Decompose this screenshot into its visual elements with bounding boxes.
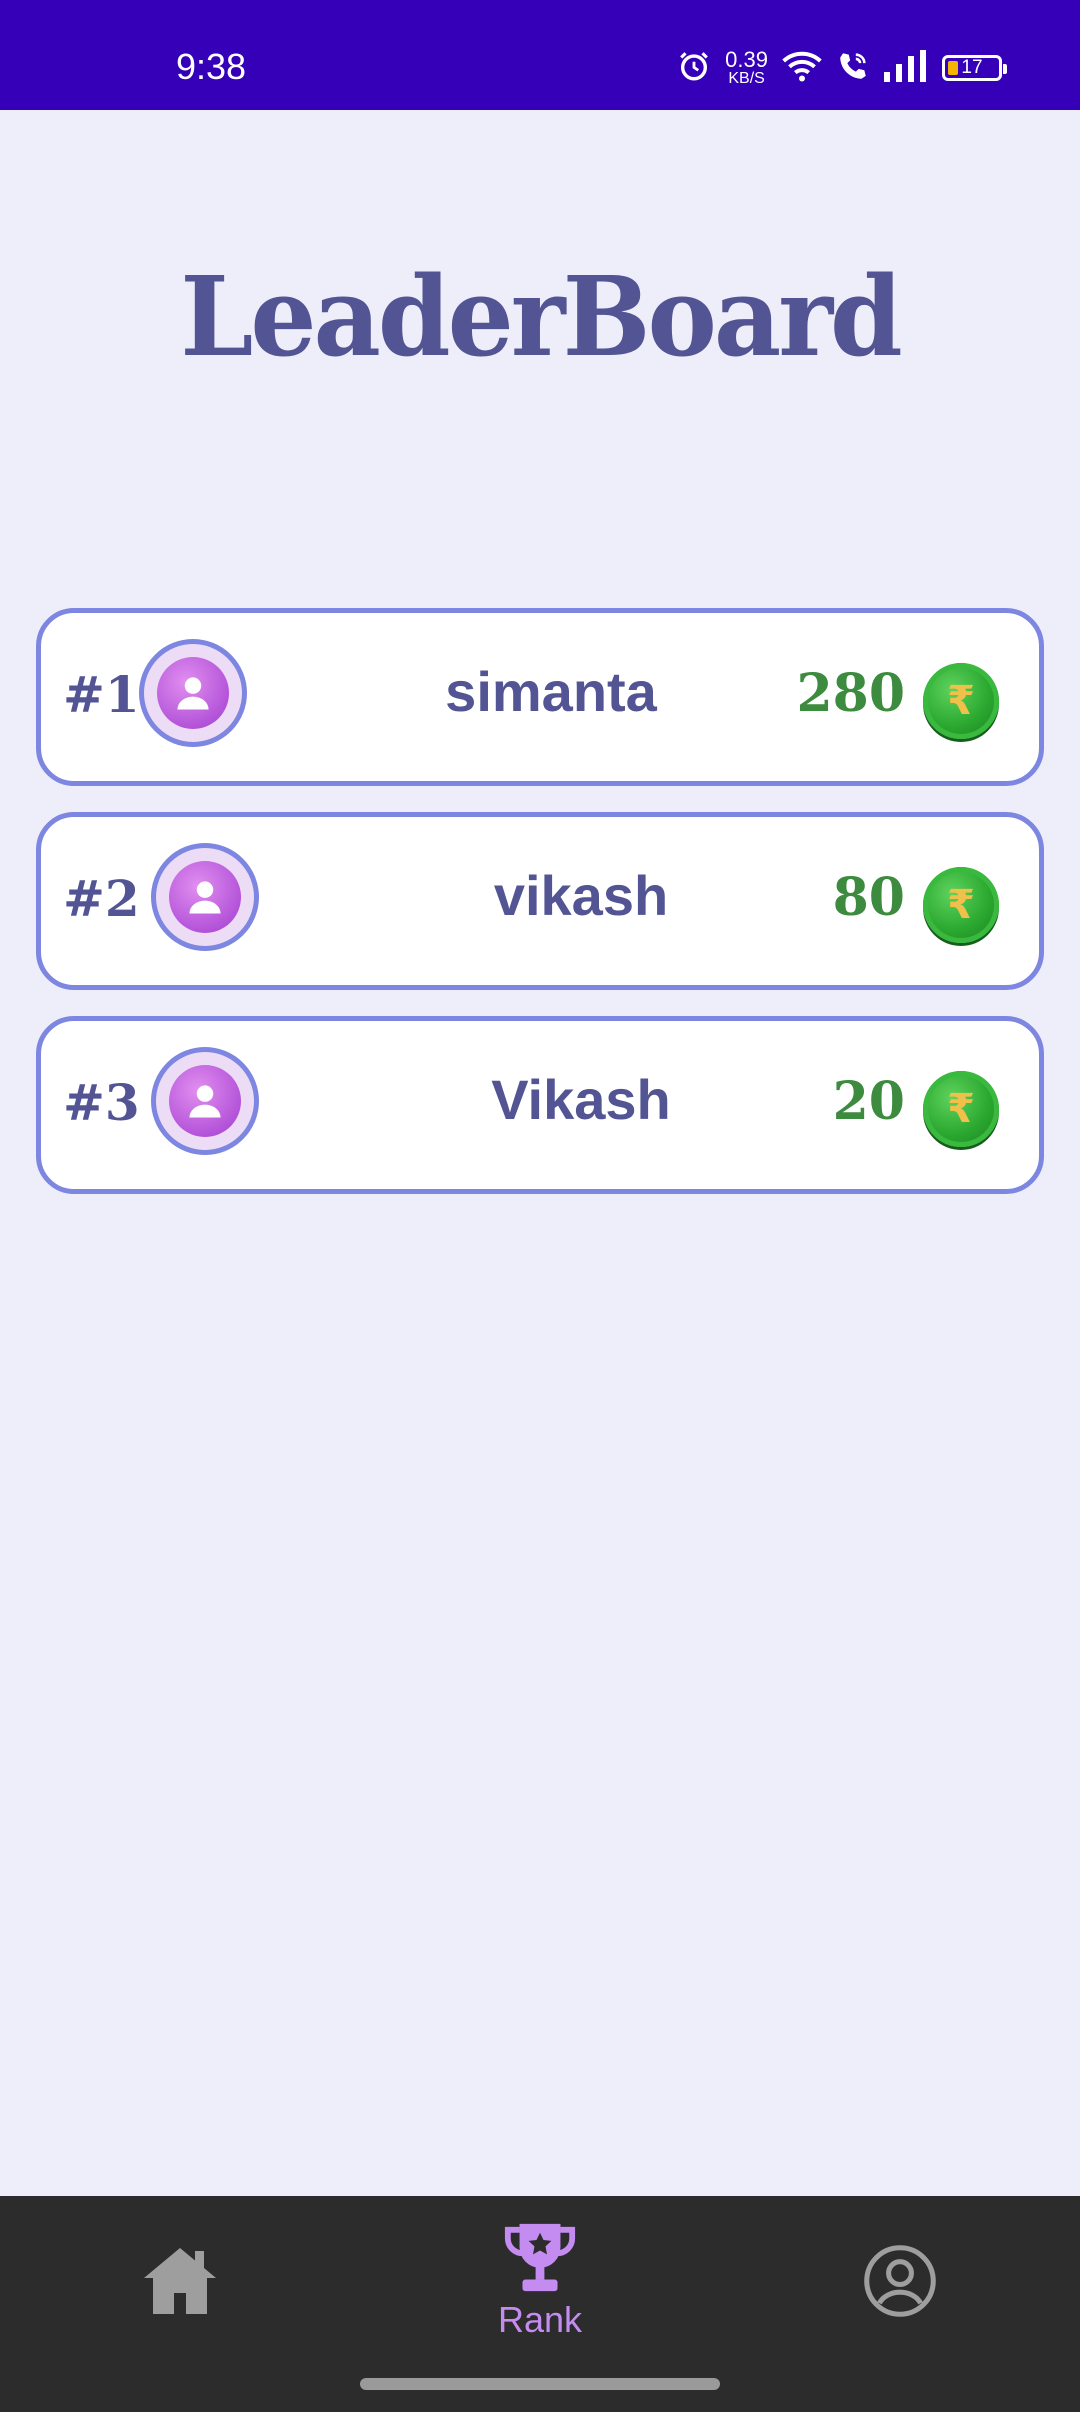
rank-label: #3 (63, 1073, 140, 1132)
leaderboard-row: #3 Vikash 20 ₹ (36, 1016, 1044, 1194)
profile-icon (864, 2245, 936, 2317)
player-score: 280 (796, 663, 905, 724)
leaderboard-row: #1 simanta 280 ₹ (36, 608, 1044, 786)
status-bar: 9:38 0.39 KB/S 17 (0, 0, 1080, 110)
leaderboard-row: #2 vikash 80 ₹ (36, 812, 1044, 990)
user-icon (189, 881, 221, 914)
alarm-icon (677, 49, 711, 87)
player-score: 80 (832, 867, 905, 928)
bottom-nav: Rank (0, 2196, 1080, 2412)
net-speed-unit: KB/S (728, 70, 765, 87)
player-name: Vikash (491, 1068, 671, 1131)
battery-level: 17 (961, 57, 983, 78)
avatar (151, 843, 259, 951)
leaderboard-list: #1 simanta 280 ₹ #2 vikash 80 ₹ #3 Vikas… (36, 608, 1044, 1220)
rank-label: #2 (63, 869, 140, 928)
nav-rank[interactable]: Rank (460, 2196, 620, 2366)
rank-label: #1 (63, 665, 140, 724)
net-speed-value: 0.39 (725, 47, 768, 72)
rupee-coin-icon: ₹ (923, 867, 999, 943)
gesture-bar[interactable] (360, 2378, 720, 2390)
nav-home[interactable] (130, 2196, 230, 2366)
status-time: 9:38 (176, 46, 247, 87)
user-icon (177, 677, 209, 710)
page-title: LeaderBoard (180, 251, 903, 382)
nav-profile[interactable] (850, 2196, 950, 2366)
home-icon (144, 2248, 216, 2314)
player-name: vikash (493, 864, 669, 927)
player-score: 20 (832, 1071, 905, 1132)
wifi-call-icon (836, 49, 870, 87)
battery-icon: 17 (942, 55, 1007, 81)
user-icon (189, 1085, 221, 1118)
avatar (151, 1047, 259, 1155)
net-speed: 0.39 KB/S (725, 49, 768, 87)
player-name: simanta (445, 660, 657, 723)
trophy-icon (504, 2223, 576, 2292)
status-icons: 0.39 KB/S 17 (677, 46, 1007, 90)
rupee-coin-icon: ₹ (923, 1071, 999, 1147)
nav-rank-label: Rank (497, 2299, 583, 2340)
rupee-coin-icon: ₹ (923, 663, 999, 739)
wifi-icon (782, 49, 822, 87)
signal-icon (884, 50, 928, 86)
avatar (139, 639, 247, 747)
